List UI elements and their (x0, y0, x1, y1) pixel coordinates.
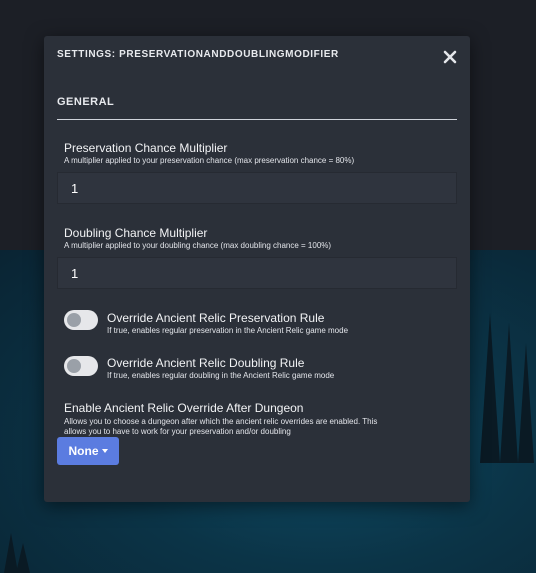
dungeon-select-dropdown[interactable]: None (57, 437, 119, 465)
doubling-multiplier-label: Doubling Chance Multiplier (64, 226, 208, 240)
dungeon-override-description: Allows you to choose a dungeon after whi… (64, 417, 378, 426)
doubling-rule-label: Override Ancient Relic Doubling Rule (107, 356, 305, 370)
dropdown-selected-value: None (68, 444, 99, 458)
dungeon-override-label: Enable Ancient Relic Override After Dung… (64, 401, 304, 415)
close-icon (443, 50, 457, 64)
doubling-multiplier-description: A multiplier applied to your doubling ch… (64, 241, 332, 250)
preservation-multiplier-input[interactable] (57, 172, 457, 204)
settings-modal: SETTINGS: PRESERVATIONANDDOUBLINGMODIFIE… (44, 36, 470, 502)
tree-silhouette (500, 323, 518, 463)
doubling-multiplier-input[interactable] (57, 257, 457, 289)
section-divider (57, 119, 457, 120)
dungeon-override-description-2: allows you to have to work for your pres… (64, 427, 291, 436)
section-title: GENERAL (57, 96, 115, 108)
close-button[interactable] (442, 49, 458, 65)
toggle-knob (67, 313, 81, 327)
modal-title: SETTINGS: PRESERVATIONANDDOUBLINGMODIFIE… (57, 49, 339, 60)
doubling-rule-description: If true, enables regular doubling in the… (107, 371, 335, 380)
tree-silhouette (16, 543, 30, 573)
caret-down-icon (101, 449, 108, 453)
preservation-rule-toggle[interactable] (64, 310, 98, 330)
doubling-rule-toggle[interactable] (64, 356, 98, 376)
tree-silhouette (518, 343, 534, 463)
toggle-knob (67, 359, 81, 373)
tree-silhouette (480, 313, 500, 463)
preservation-rule-label: Override Ancient Relic Preservation Rule (107, 311, 325, 325)
preservation-rule-description: If true, enables regular preservation in… (107, 326, 349, 335)
preservation-multiplier-description: A multiplier applied to your preservatio… (64, 156, 355, 165)
preservation-multiplier-label: Preservation Chance Multiplier (64, 141, 228, 155)
